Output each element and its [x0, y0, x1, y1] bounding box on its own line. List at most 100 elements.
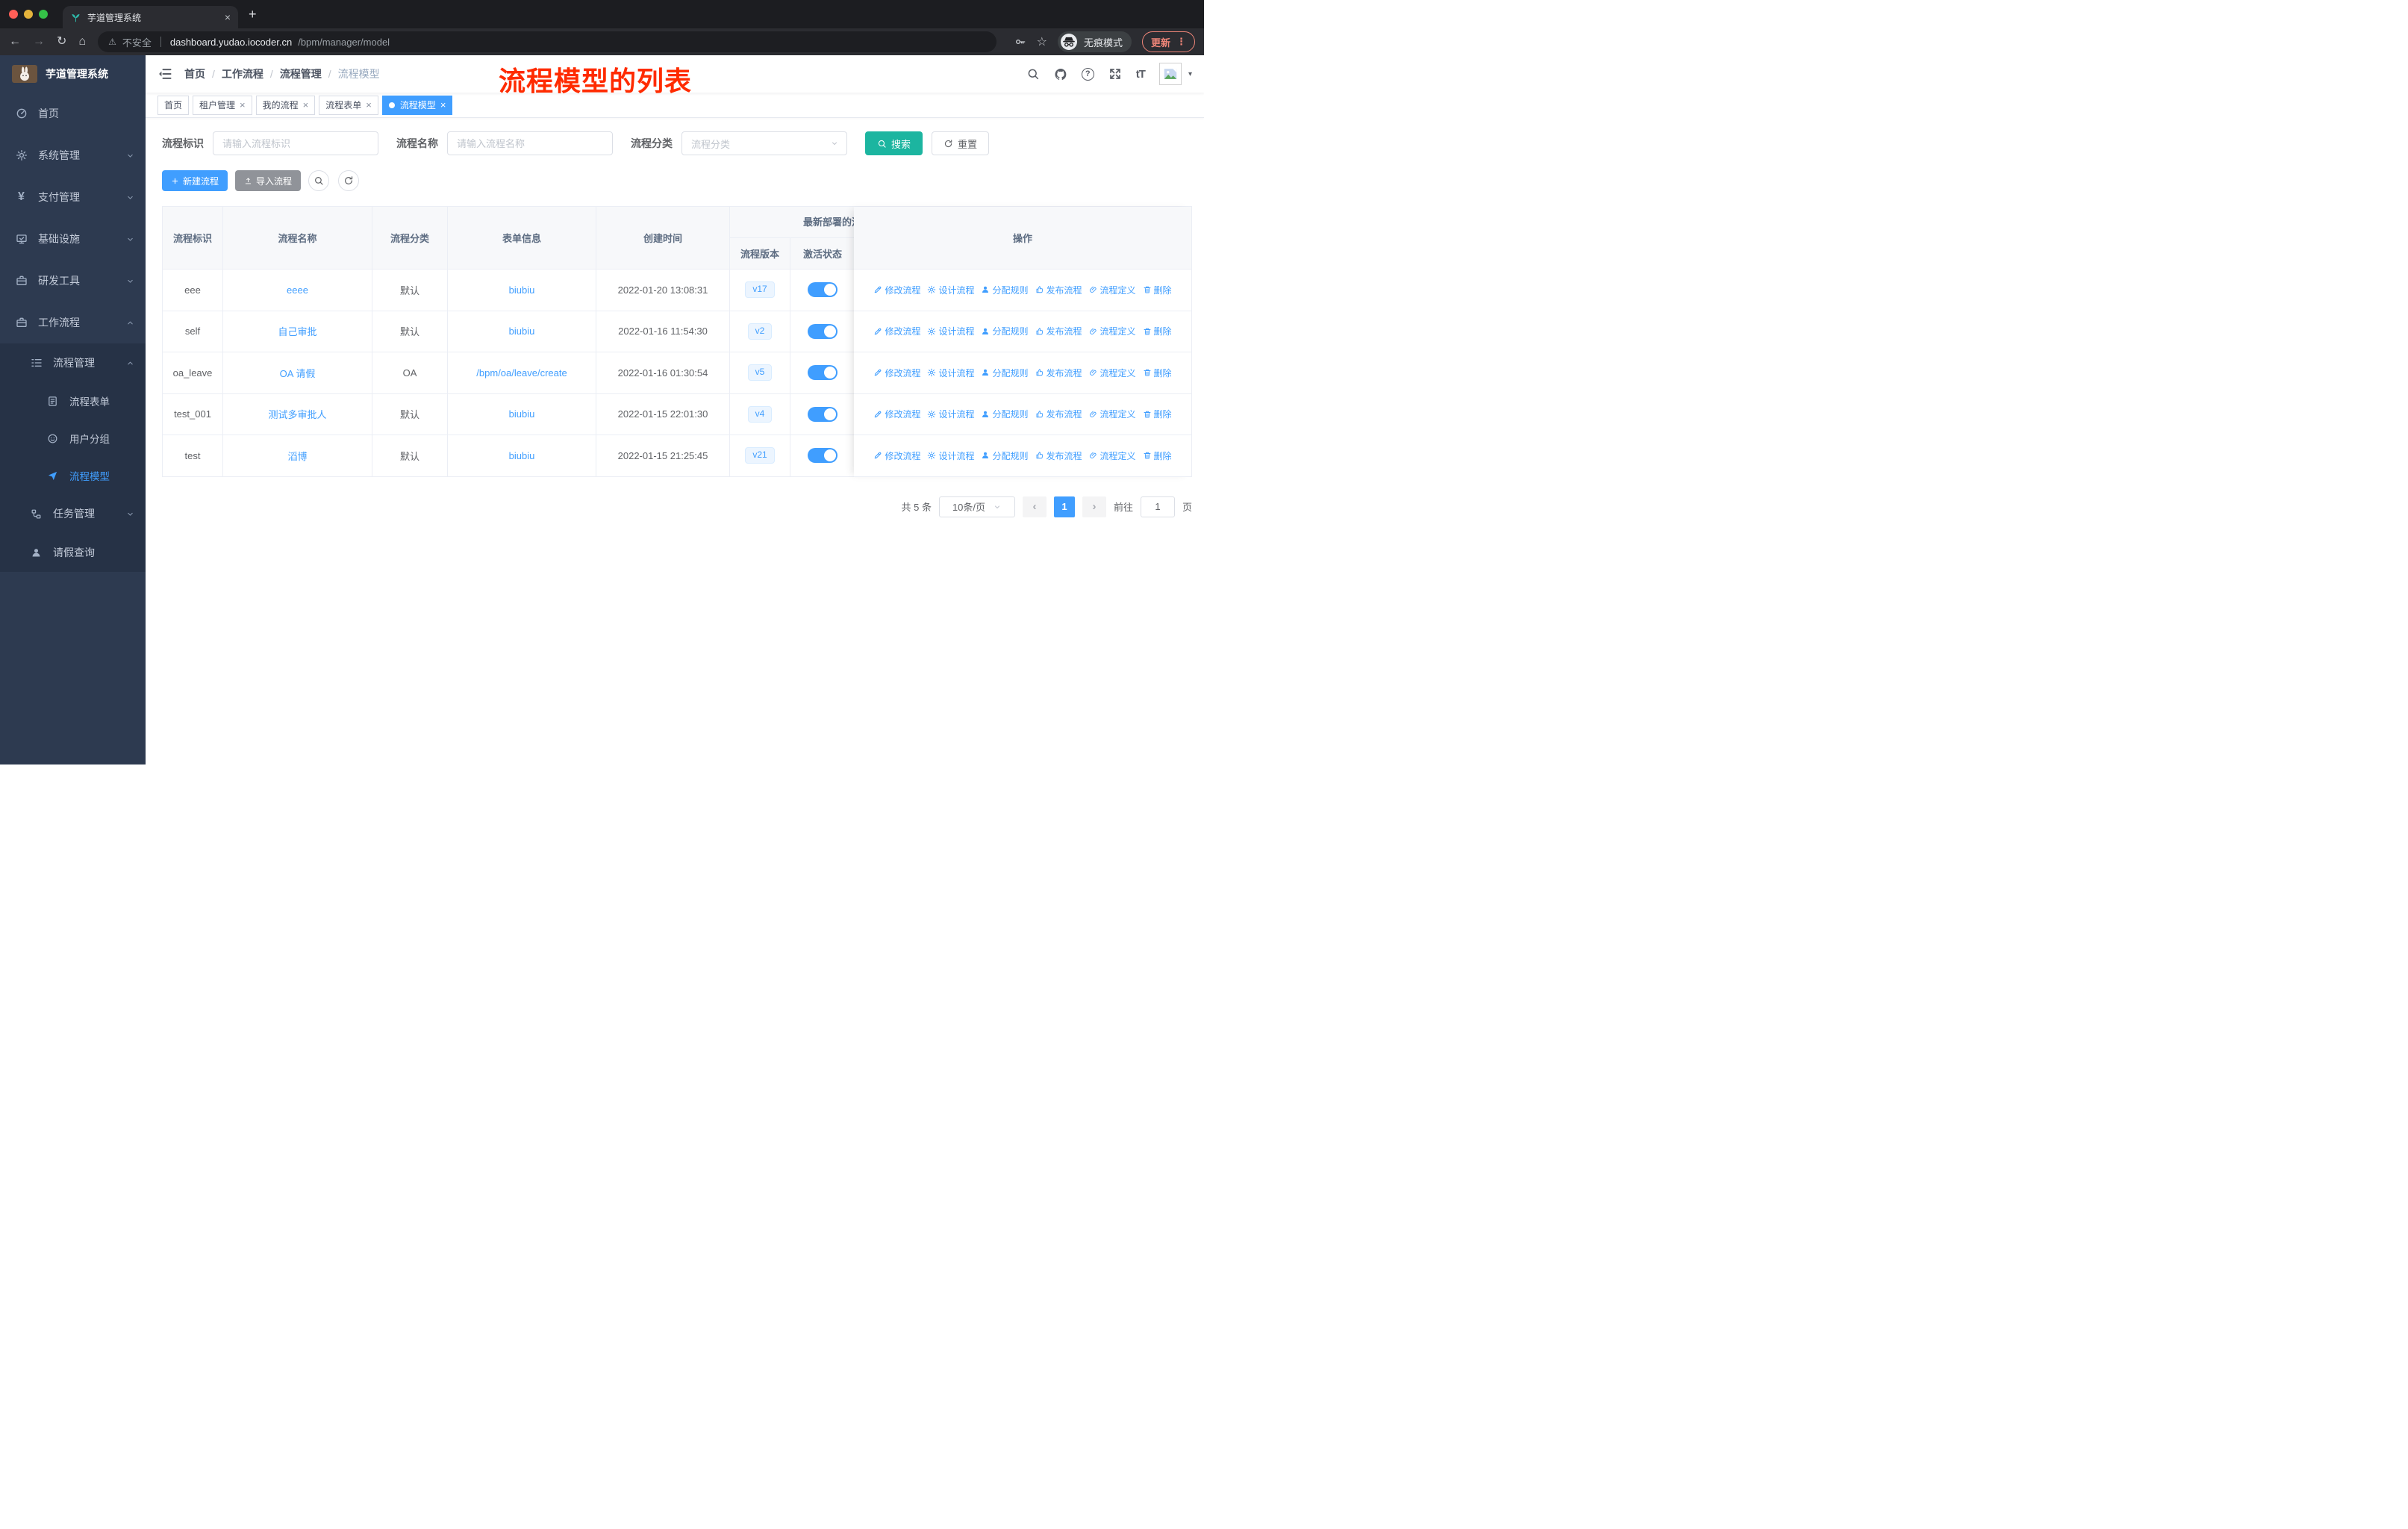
process-definition-link[interactable]: 流程定义	[1089, 367, 1136, 379]
status-toggle[interactable]	[808, 448, 838, 464]
sidebar-item-process-model[interactable]: 流程模型	[0, 457, 146, 494]
address-bar[interactable]: ⚠ 不安全 dashboard.yudao.iocoder.cn/bpm/man…	[98, 31, 996, 52]
tag-my-process[interactable]: 我的流程 ×	[255, 95, 316, 115]
key-icon[interactable]	[1014, 36, 1026, 48]
process-key-input[interactable]	[213, 131, 378, 155]
assign-rule-link[interactable]: 分配规则	[981, 449, 1029, 462]
import-process-button[interactable]: 导入流程	[235, 170, 302, 191]
version-badge[interactable]: v4	[747, 405, 773, 423]
delete-link[interactable]: 删除	[1143, 408, 1172, 420]
forward-icon[interactable]: →	[33, 36, 45, 48]
design-process-link[interactable]: 设计流程	[927, 367, 974, 379]
version-badge[interactable]: v5	[747, 364, 773, 382]
tag-process-form[interactable]: 流程表单 ×	[319, 95, 378, 115]
prev-page-button[interactable]: ‹	[1022, 496, 1047, 517]
sidebar-item-user-group[interactable]: 用户分组	[0, 420, 146, 457]
delete-link[interactable]: 删除	[1143, 367, 1172, 379]
process-name-link[interactable]: 测试多审批人	[268, 407, 326, 421]
sidebar-toggle-icon[interactable]	[157, 66, 172, 81]
font-size-icon[interactable]: tT	[1136, 68, 1146, 81]
version-badge[interactable]: v17	[745, 281, 775, 299]
assign-rule-link[interactable]: 分配规则	[981, 284, 1029, 296]
process-definition-link[interactable]: 流程定义	[1089, 284, 1136, 296]
breadcrumb-workflow[interactable]: 工作流程	[222, 66, 263, 81]
status-toggle[interactable]	[808, 282, 838, 298]
create-process-button[interactable]: 新建流程	[162, 170, 228, 191]
avatar[interactable]	[1158, 63, 1182, 85]
publish-process-link[interactable]: 发布流程	[1035, 408, 1082, 420]
design-process-link[interactable]: 设计流程	[927, 449, 974, 462]
tag-tenant-mgmt[interactable]: 租户管理 ×	[193, 95, 252, 115]
browser-menu-icon[interactable]: ⋮	[1176, 36, 1186, 48]
process-definition-link[interactable]: 流程定义	[1089, 325, 1136, 337]
sidebar-item-home[interactable]: 首页	[0, 93, 146, 134]
publish-process-link[interactable]: 发布流程	[1035, 325, 1082, 337]
bookmark-star-icon[interactable]: ☆	[1037, 34, 1047, 49]
process-name-link[interactable]: 自己审批	[278, 324, 316, 338]
sidebar-item-process-mgmt[interactable]: 流程管理	[0, 343, 146, 382]
publish-process-link[interactable]: 发布流程	[1035, 284, 1082, 296]
back-icon[interactable]: ←	[9, 36, 21, 48]
process-category-select[interactable]: 流程分类	[681, 131, 847, 155]
toggle-search-button[interactable]	[308, 170, 330, 191]
version-badge[interactable]: v21	[745, 447, 775, 464]
design-process-link[interactable]: 设计流程	[927, 284, 974, 296]
process-name-link[interactable]: 滔博	[287, 449, 307, 463]
current-page-button[interactable]: 1	[1053, 496, 1075, 517]
publish-process-link[interactable]: 发布流程	[1035, 449, 1082, 462]
modify-process-link[interactable]: 修改流程	[873, 408, 920, 420]
goto-page-input[interactable]	[1140, 496, 1175, 517]
new-tab-button[interactable]: +	[249, 7, 257, 22]
zoom-window-button[interactable]	[39, 10, 48, 19]
delete-link[interactable]: 删除	[1143, 284, 1172, 296]
form-info-link[interactable]: biubiu	[509, 326, 535, 337]
minimize-window-button[interactable]	[24, 10, 33, 19]
sidebar-item-devtools[interactable]: 研发工具	[0, 260, 146, 302]
status-toggle[interactable]	[808, 406, 838, 422]
reload-icon[interactable]: ↻	[57, 36, 66, 48]
next-page-button[interactable]: ›	[1082, 496, 1106, 517]
publish-process-link[interactable]: 发布流程	[1035, 367, 1082, 379]
update-button[interactable]: 更新 ⋮	[1141, 31, 1195, 52]
search-icon[interactable]	[1026, 67, 1040, 81]
process-name-link[interactable]: eeee	[287, 284, 308, 296]
github-icon[interactable]	[1054, 67, 1067, 81]
sidebar-item-process-form[interactable]: 流程表单	[0, 382, 146, 420]
modify-process-link[interactable]: 修改流程	[873, 449, 920, 462]
search-button[interactable]: 搜索	[865, 131, 923, 155]
help-icon[interactable]: ?	[1081, 67, 1094, 81]
sidebar-item-payment[interactable]: ¥ 支付管理	[0, 176, 146, 218]
assign-rule-link[interactable]: 分配规则	[981, 408, 1029, 420]
tab-close-icon[interactable]: ×	[225, 11, 231, 23]
delete-link[interactable]: 删除	[1143, 449, 1172, 462]
assign-rule-link[interactable]: 分配规则	[981, 367, 1029, 379]
form-info-link[interactable]: biubiu	[509, 408, 535, 420]
status-toggle[interactable]	[808, 365, 838, 381]
design-process-link[interactable]: 设计流程	[927, 408, 974, 420]
sidebar-item-system[interactable]: 系统管理	[0, 134, 146, 176]
process-name-link[interactable]: OA 请假	[280, 366, 316, 380]
form-info-link[interactable]: /bpm/oa/leave/create	[476, 367, 567, 379]
delete-link[interactable]: 删除	[1143, 325, 1172, 337]
fullscreen-icon[interactable]	[1108, 67, 1122, 81]
tag-close-icon[interactable]: ×	[240, 99, 246, 110]
version-badge[interactable]: v2	[747, 323, 773, 340]
avatar-caret-icon[interactable]: ▾	[1188, 70, 1192, 78]
tag-close-icon[interactable]: ×	[303, 99, 309, 110]
refresh-table-button[interactable]	[338, 170, 360, 191]
close-window-button[interactable]	[9, 10, 18, 19]
design-process-link[interactable]: 设计流程	[927, 325, 974, 337]
security-label[interactable]: 不安全	[122, 35, 152, 49]
form-info-link[interactable]: biubiu	[509, 284, 535, 296]
modify-process-link[interactable]: 修改流程	[873, 284, 920, 296]
sidebar-item-workflow[interactable]: 工作流程	[0, 302, 146, 343]
status-toggle[interactable]	[808, 323, 838, 339]
breadcrumb-process-mgmt[interactable]: 流程管理	[280, 66, 322, 81]
process-name-input[interactable]	[447, 131, 613, 155]
process-definition-link[interactable]: 流程定义	[1089, 408, 1136, 420]
sidebar-item-task-mgmt[interactable]: 任务管理	[0, 494, 146, 533]
assign-rule-link[interactable]: 分配规则	[981, 325, 1029, 337]
tag-close-icon[interactable]: ×	[366, 99, 372, 110]
modify-process-link[interactable]: 修改流程	[873, 367, 920, 379]
tag-home[interactable]: 首页	[157, 95, 190, 115]
